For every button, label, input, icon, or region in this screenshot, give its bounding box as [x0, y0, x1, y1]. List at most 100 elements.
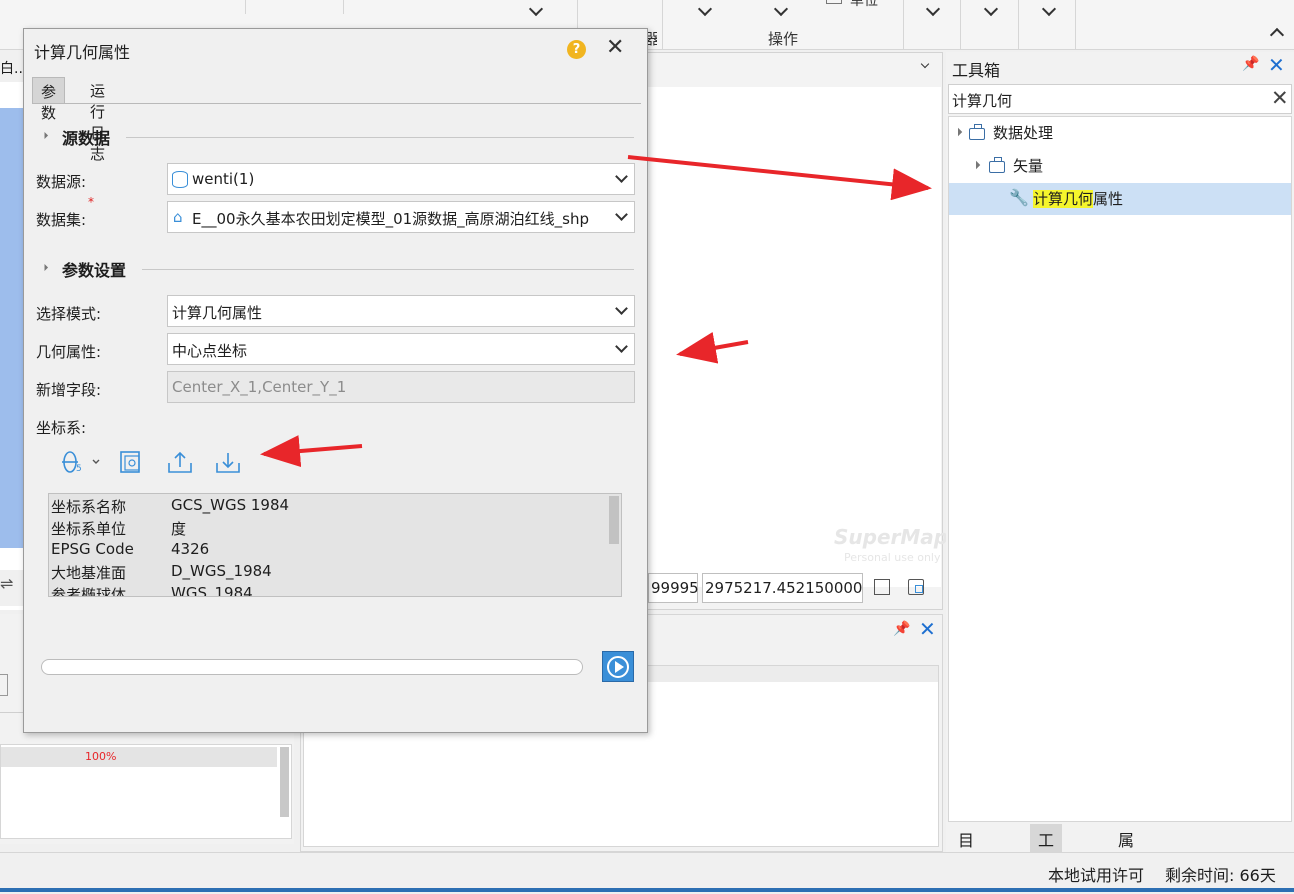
- table-scrollbar[interactable]: [609, 496, 619, 544]
- chevron-down-icon: [615, 302, 628, 315]
- params-section-header[interactable]: 参数设置: [36, 257, 636, 281]
- collapse-icon[interactable]: [40, 131, 49, 140]
- map-window: SuperMap Personal use only 99995 2975217…: [645, 52, 948, 610]
- crs-value: 度: [171, 520, 187, 538]
- crs-label: 坐标系:: [36, 419, 87, 437]
- crs-value: 4326: [171, 540, 210, 558]
- ribbon-separator: [1018, 0, 1019, 50]
- toolbox-tree: 数据处理 矢量 🔧 计算几何属性: [948, 116, 1292, 822]
- ribbon-dropdown-icon[interactable]: [528, 1, 544, 17]
- tab-properties[interactable]: 属性: [1110, 824, 1142, 874]
- geometry-select[interactable]: 中心点坐标: [167, 333, 635, 365]
- calc-geometry-dialog: 计算几何属性 ? ✕ 参数 运行日志 源数据 数据源: wenti(1) 数据集…: [23, 28, 648, 733]
- dataset-value: E__00永久基本农田划定模型_01源数据_高原湖泊红线_shp: [192, 210, 589, 228]
- swap-icon[interactable]: ⇌: [0, 574, 13, 593]
- crs-value: GCS_WGS 1984: [171, 496, 290, 514]
- help-icon[interactable]: ?: [567, 40, 586, 59]
- ribbon-dropdown-icon[interactable]: [983, 1, 999, 17]
- datasource-select[interactable]: wenti(1): [167, 163, 635, 195]
- wrench-icon: 🔧: [1009, 188, 1029, 207]
- ribbon-separator: [662, 0, 663, 50]
- tree-item-vector[interactable]: 矢量: [949, 150, 1291, 182]
- coord-y-field[interactable]: 2975217.4521500003: [702, 573, 863, 603]
- search-highlight: 计算几何: [1033, 190, 1094, 208]
- crs-settings-icon[interactable]: 5: [60, 449, 100, 475]
- section-title: 源数据: [62, 129, 111, 148]
- tab-params[interactable]: 参数: [32, 77, 66, 122]
- section-title: 参数设置: [62, 261, 127, 280]
- expand-icon[interactable]: [971, 160, 981, 170]
- crs-key: 参考椭球体: [51, 586, 127, 597]
- crs-from-dataset-icon[interactable]: [118, 449, 144, 475]
- crs-key: 坐标系名称: [51, 498, 127, 516]
- progress-bar: [41, 659, 583, 675]
- coord-x-field[interactable]: 99995: [648, 573, 699, 603]
- tree-item-data-processing[interactable]: 数据处理: [949, 117, 1291, 149]
- ribbon-separator: [343, 0, 344, 14]
- pin-icon[interactable]: 📌: [1242, 56, 1259, 72]
- tree-item-label-rest: 属性: [1093, 190, 1124, 208]
- new-field-value: Center_X_1,Center_Y_1: [172, 378, 347, 396]
- toolbox-search-input[interactable]: 计算几何 ✕: [948, 84, 1292, 114]
- dataset-label: 数据集:: [36, 211, 87, 229]
- svg-text:5: 5: [76, 464, 82, 474]
- toolbox-title: 工具箱: [952, 61, 1001, 80]
- clear-search-icon[interactable]: ✕: [1271, 86, 1289, 110]
- collapse-ribbon-icon[interactable]: [1269, 27, 1285, 43]
- toolbox-icon: [989, 157, 1005, 173]
- run-button[interactable]: [602, 651, 634, 682]
- tab-catalog[interactable]: 目录管理: [950, 824, 982, 894]
- tab-toolbox[interactable]: 工具箱: [1030, 824, 1063, 894]
- close-icon[interactable]: ✕: [919, 617, 936, 641]
- import-icon[interactable]: [215, 449, 241, 475]
- mode-label: 选择模式:: [36, 305, 102, 323]
- tree-item-calc-geometry[interactable]: 🔧 计算几何属性: [949, 183, 1291, 215]
- mode-value: 计算几何属性: [172, 304, 263, 322]
- map-canvas[interactable]: SuperMap Personal use only: [648, 87, 948, 587]
- progress-text: 100%: [85, 750, 117, 763]
- collapse-icon[interactable]: [40, 263, 49, 272]
- pin-icon[interactable]: 📌: [893, 621, 910, 637]
- crs-key: 坐标系单位: [51, 520, 127, 538]
- export-icon[interactable]: [167, 449, 193, 475]
- tab-run-log[interactable]: 运行日志: [82, 77, 113, 163]
- search-value: 计算几何: [952, 92, 1013, 110]
- datasource-label: 数据源:: [36, 173, 87, 191]
- remaining-time: 剩余时间: 66天: [1165, 866, 1276, 885]
- datasource-icon: [172, 171, 188, 188]
- scrollbar[interactable]: [280, 747, 289, 817]
- ribbon-dropdown-icon[interactable]: [773, 1, 789, 17]
- dataset-select[interactable]: ⌂ E__00永久基本农田划定模型_01源数据_高原湖泊红线_shp: [167, 201, 635, 233]
- ribbon-dropdown-icon[interactable]: [697, 1, 713, 17]
- toolbox-panel: 工具箱 📌 ✕ 计算几何 ✕ 数据处理 矢量 🔧 计算几何属性 目录管理 工具箱…: [946, 52, 1294, 894]
- ribbon-dropdown-icon[interactable]: [925, 1, 941, 17]
- ribbon-separator: [903, 0, 904, 50]
- geometry-label: 几何属性:: [36, 343, 102, 361]
- chevron-down-icon: [615, 208, 628, 221]
- ribbon-dropdown-icon[interactable]: [1041, 1, 1057, 17]
- crs-info-table: 坐标系名称 GCS_WGS 1984 坐标系单位 度 EPSG Code 432…: [48, 493, 622, 597]
- ribbon-button-label-partial[interactable]: 单位: [850, 0, 878, 10]
- close-icon[interactable]: ✕: [606, 37, 624, 59]
- new-field-input: Center_X_1,Center_Y_1: [167, 371, 635, 403]
- paste-icon[interactable]: [908, 579, 924, 595]
- status-bar: 本地试用许可 剩余时间: 66天: [0, 852, 1294, 894]
- chevron-down-icon: [615, 170, 628, 183]
- geometry-value: 中心点坐标: [172, 342, 248, 360]
- window-list-icon[interactable]: [920, 59, 930, 69]
- tree-item-label: 计算几何属性: [1033, 188, 1123, 209]
- expand-icon[interactable]: [953, 127, 963, 137]
- tree-item-label: 数据处理: [993, 124, 1054, 142]
- unit-icon: [826, 0, 842, 4]
- mode-select[interactable]: 计算几何属性: [167, 295, 635, 327]
- tree-item-label: 矢量: [1013, 157, 1044, 175]
- ribbon-separator: [1075, 0, 1076, 50]
- source-section-header[interactable]: 源数据: [36, 125, 636, 149]
- crs-value: D_WGS_1984: [171, 562, 272, 580]
- copy-icon[interactable]: [874, 579, 890, 595]
- close-icon[interactable]: ✕: [1268, 53, 1285, 77]
- license-status: 本地试用许可: [1048, 866, 1145, 885]
- toolbox-icon: [969, 124, 985, 140]
- crs-key: 大地基准面: [51, 564, 127, 582]
- region-dataset-icon: ⌂: [173, 208, 183, 226]
